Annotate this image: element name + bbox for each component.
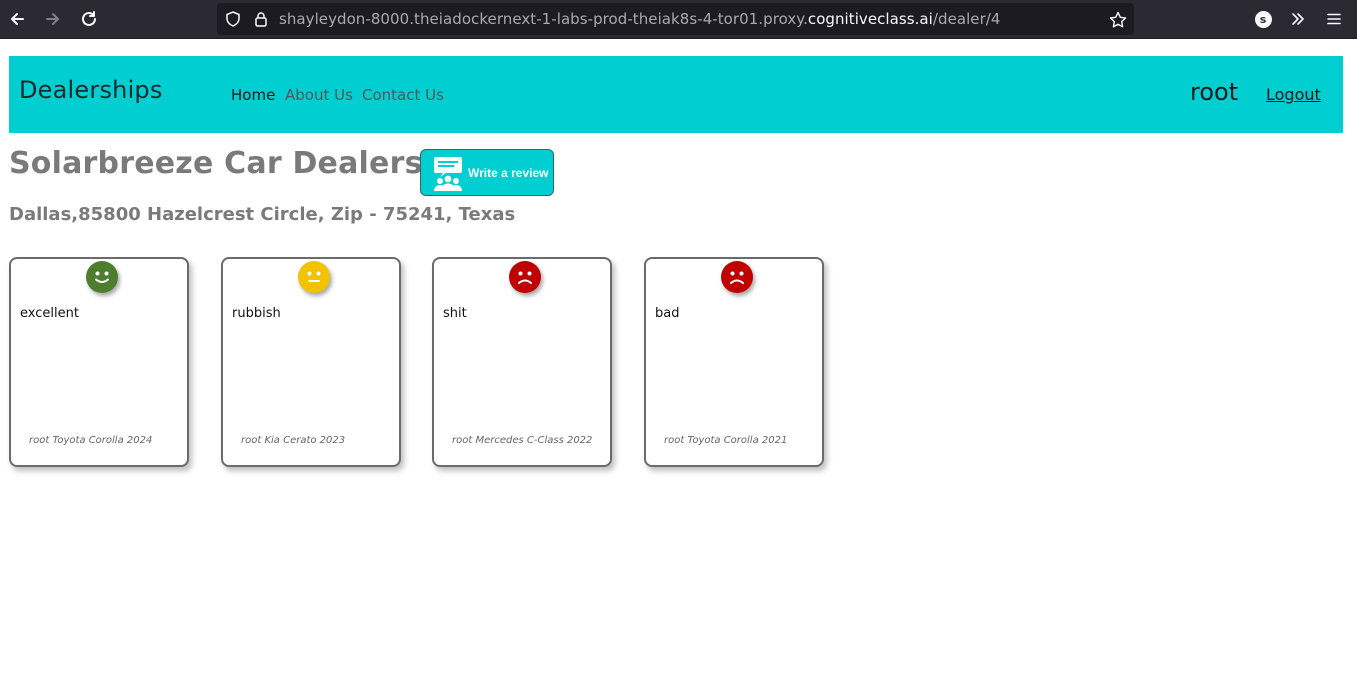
review-text: rubbish xyxy=(232,306,281,321)
logout-link[interactable]: Logout xyxy=(1266,85,1321,104)
group-review-icon xyxy=(434,156,462,191)
address-bar[interactable]: shayleydon-8000.theiadockernext-1-labs-p… xyxy=(217,3,1134,35)
bookmark-star-icon[interactable] xyxy=(1109,11,1127,28)
write-review-label: Write a review xyxy=(468,165,549,180)
review-card: rubbish root Kia Cerato 2023 xyxy=(221,257,401,467)
review-card: shit root Mercedes C-Class 2022 xyxy=(432,257,612,467)
back-arrow-icon[interactable] xyxy=(6,8,28,30)
positive-sentiment-icon xyxy=(86,261,118,293)
negative-sentiment-icon xyxy=(509,261,541,293)
nav-link-home[interactable]: Home xyxy=(231,86,275,104)
app-navbar: Dealerships Home About Us Contact Us roo… xyxy=(9,56,1343,133)
lock-icon[interactable] xyxy=(253,11,269,27)
profile-avatar-icon[interactable]: s xyxy=(1253,9,1273,29)
url-prefix: shayleydon-8000.theiadockernext-1-labs-p… xyxy=(279,10,808,28)
dealer-name-heading: Solarbreeze Car Dealership xyxy=(9,146,477,181)
reload-icon[interactable] xyxy=(78,8,100,30)
review-meta: root Toyota Corolla 2021 xyxy=(664,435,788,446)
profile-initial: s xyxy=(1254,10,1272,28)
nav-link-about-us[interactable]: About Us xyxy=(285,86,353,104)
url-path: /dealer/4 xyxy=(932,10,1001,28)
review-text: bad xyxy=(655,306,680,321)
review-card: bad root Toyota Corolla 2021 xyxy=(644,257,824,467)
review-meta: root Toyota Corolla 2024 xyxy=(29,435,153,446)
overflow-chevrons-icon[interactable] xyxy=(1288,9,1308,29)
nav-link-contact-us[interactable]: Contact Us xyxy=(362,86,444,104)
url-host: cognitiveclass.ai xyxy=(807,10,933,28)
negative-sentiment-icon xyxy=(721,261,753,293)
review-meta: root Mercedes C-Class 2022 xyxy=(452,435,593,446)
review-meta: root Kia Cerato 2023 xyxy=(241,435,346,446)
username-display: root xyxy=(1190,78,1239,106)
shield-icon[interactable] xyxy=(225,11,241,27)
review-text: shit xyxy=(443,306,467,321)
dealer-address: Dallas,85800 Hazelcrest Circle, Zip - 75… xyxy=(9,204,516,225)
browser-toolbar: shayleydon-8000.theiadockernext-1-labs-p… xyxy=(0,0,1357,39)
forward-arrow-icon[interactable] xyxy=(42,8,64,30)
hamburger-menu-icon[interactable] xyxy=(1324,9,1344,29)
review-text: excellent xyxy=(20,306,79,321)
url-text: shayleydon-8000.theiadockernext-1-labs-p… xyxy=(279,10,1001,28)
brand-logo-text[interactable]: Dealerships xyxy=(19,76,163,104)
write-review-button[interactable]: Write a review xyxy=(420,149,554,196)
review-card: excellent root Toyota Corolla 2024 xyxy=(9,257,189,467)
neutral-sentiment-icon xyxy=(298,261,330,293)
